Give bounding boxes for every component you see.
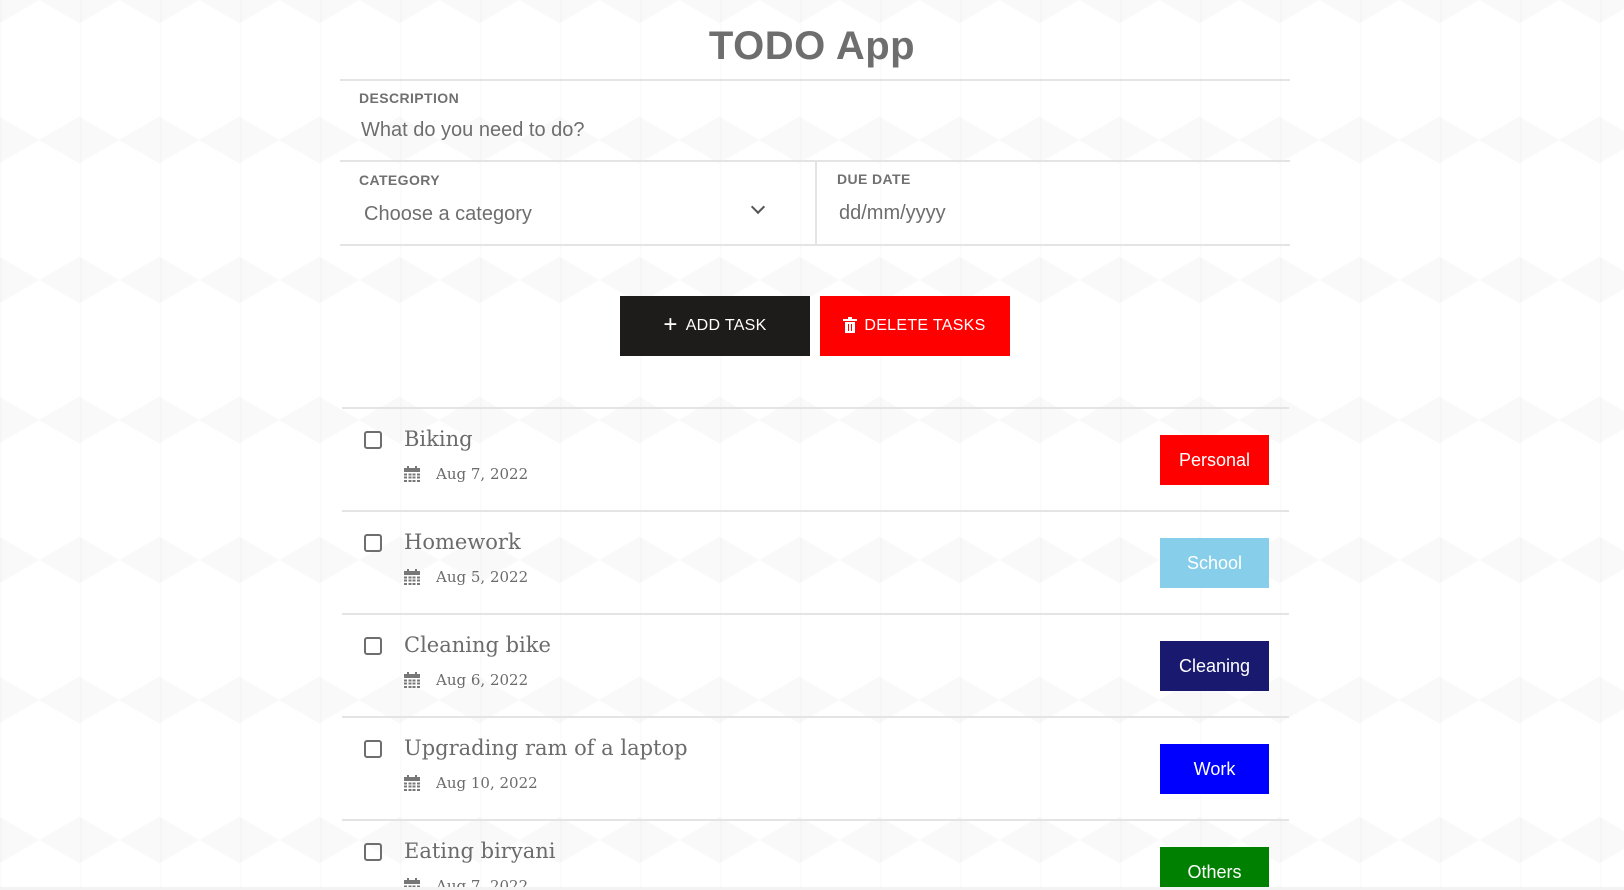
description-label: DESCRIPTION: [359, 90, 460, 106]
chevron-down-icon[interactable]: [750, 199, 766, 215]
task-checkbox[interactable]: [364, 843, 382, 861]
task-row: Eating biryani Aug 7, 2022 Others: [342, 819, 1289, 890]
task-row: Homework Aug 5, 2022 School: [342, 510, 1289, 613]
task-row: Cleaning bike Aug 6, 2022 Cleaning: [342, 613, 1289, 716]
calendar-icon: [404, 466, 420, 482]
description-input[interactable]: What do you need to do?: [361, 119, 585, 142]
plus-icon: +: [663, 311, 678, 338]
category-badge: Work: [1160, 744, 1269, 794]
task-date: Aug 5, 2022: [436, 568, 529, 586]
task-checkbox[interactable]: [364, 740, 382, 758]
delete-tasks-button[interactable]: DELETE TASKS: [820, 296, 1010, 356]
task-name: Upgrading ram of a laptop: [404, 736, 688, 760]
task-name: Homework: [404, 530, 521, 554]
category-date-row: CATEGORY Choose a category DUE DATE dd/m…: [340, 160, 1290, 246]
task-name: Biking: [404, 427, 473, 451]
task-date: Aug 6, 2022: [436, 671, 529, 689]
category-value[interactable]: Choose a category: [364, 203, 532, 226]
task-date: Aug 10, 2022: [436, 774, 538, 792]
description-field[interactable]: DESCRIPTION What do you need to do?: [340, 79, 1290, 160]
app-title: TODO App: [708, 24, 916, 68]
task-list: Biking Aug 7, 2022 Personal Homework Aug…: [342, 407, 1289, 890]
task-checkbox[interactable]: [364, 534, 382, 552]
category-badge: Personal: [1160, 435, 1269, 485]
due-date-field[interactable]: DUE DATE dd/mm/yyyy: [817, 162, 1290, 244]
calendar-icon: [404, 569, 420, 585]
trash-icon: [843, 317, 858, 333]
category-badge: Cleaning: [1160, 641, 1269, 691]
task-name: Cleaning bike: [404, 633, 551, 657]
category-label: CATEGORY: [359, 172, 440, 188]
category-badge: School: [1160, 538, 1269, 588]
task-row: Biking Aug 7, 2022 Personal: [342, 407, 1289, 510]
task-date: Aug 7, 2022: [436, 465, 529, 483]
calendar-icon: [404, 775, 420, 791]
task-checkbox[interactable]: [364, 431, 382, 449]
task-name: Eating biryani: [404, 839, 556, 863]
add-task-button[interactable]: + ADD TASK: [620, 296, 810, 356]
delete-tasks-label: DELETE TASKS: [864, 317, 986, 334]
category-badge: Others: [1160, 847, 1269, 890]
task-checkbox[interactable]: [364, 637, 382, 655]
category-select[interactable]: CATEGORY Choose a category: [340, 162, 817, 244]
task-row: Upgrading ram of a laptop Aug 10, 2022 W…: [342, 716, 1289, 819]
calendar-icon: [404, 672, 420, 688]
add-task-label: ADD TASK: [685, 317, 767, 334]
due-date-label: DUE DATE: [837, 171, 911, 187]
task-form: DESCRIPTION What do you need to do? CATE…: [340, 79, 1290, 246]
due-date-input[interactable]: dd/mm/yyyy: [839, 202, 946, 225]
